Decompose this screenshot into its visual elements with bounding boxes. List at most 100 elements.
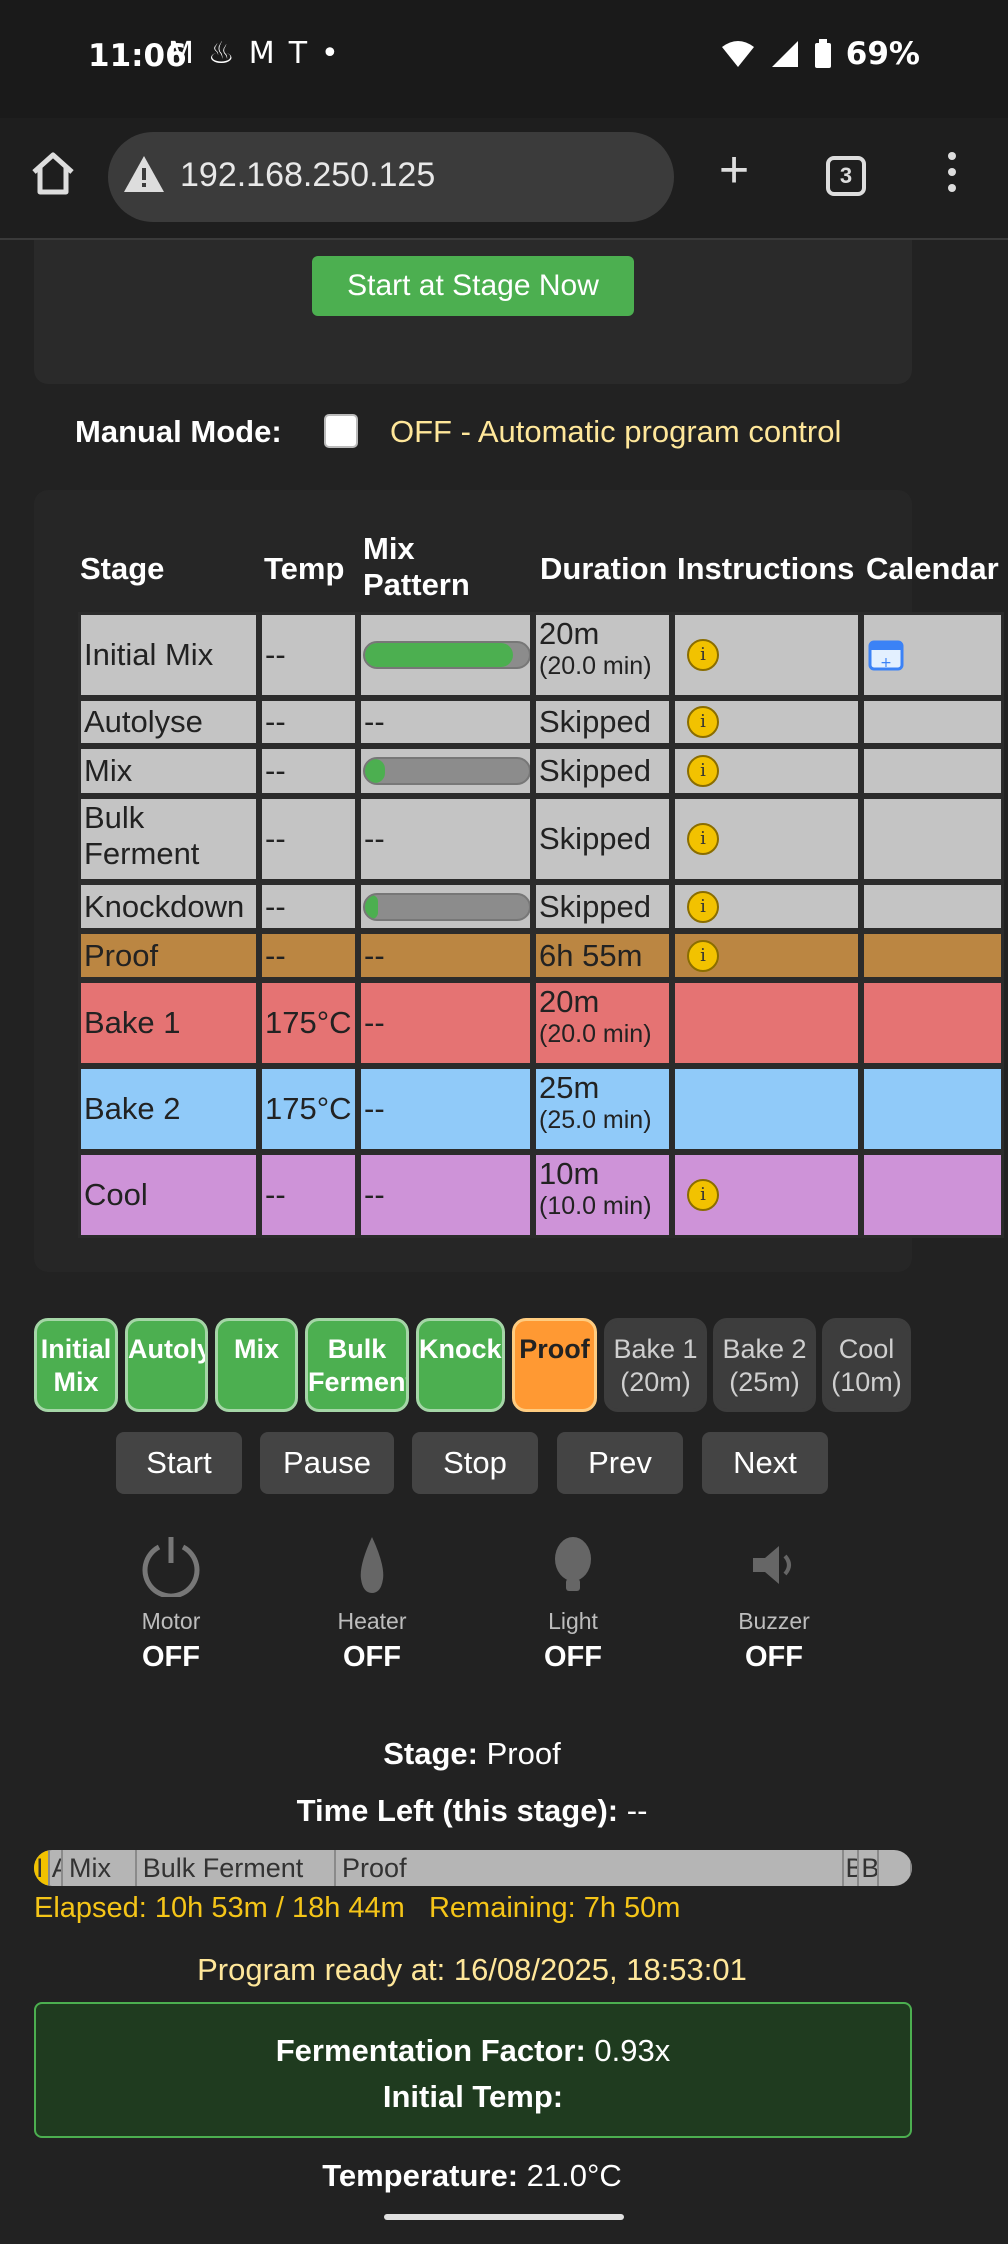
start-at-stage-button[interactable]: Start at Stage Now	[312, 256, 634, 316]
gmail-icon: M	[168, 36, 208, 71]
device-light: Light OFF	[493, 1530, 653, 1674]
table-cell-temp: --	[259, 1152, 358, 1238]
timeline-segment: Mix	[63, 1850, 137, 1886]
stage-pill[interactable]: Proof	[512, 1318, 597, 1412]
stage-pill[interactable]: Mix	[215, 1318, 298, 1412]
svg-text:+: +	[880, 655, 892, 671]
stage-name: Initial Mix	[84, 637, 214, 672]
table-cell-temp: --	[259, 931, 358, 980]
table-cell-stage: Bake 1	[78, 980, 259, 1066]
tab-switcher-button[interactable]: 3	[826, 156, 866, 196]
fermentation-box: Fermentation Factor: 0.93x Initial Temp:	[34, 2002, 912, 2138]
stage-pill-label: Cool	[838, 1334, 895, 1364]
table-cell-calendar	[861, 931, 1004, 980]
start-button[interactable]: Start	[116, 1432, 242, 1494]
gesture-bar	[384, 2214, 624, 2220]
calendar-add-icon[interactable]: +	[868, 639, 904, 671]
table-cell-mix-pattern: --	[358, 980, 533, 1066]
table-cell-duration: 10m (10.0 min)	[533, 1152, 672, 1238]
pause-button[interactable]: Pause	[260, 1432, 394, 1494]
url-text[interactable]: 192.168.250.125	[180, 156, 435, 195]
table-cell-temp: --	[259, 796, 358, 882]
info-icon[interactable]: i	[687, 639, 719, 671]
info-icon[interactable]: i	[687, 706, 719, 738]
stage-pill-label: Proof	[519, 1334, 590, 1364]
table-cell-calendar	[861, 882, 1004, 931]
bulb-icon	[555, 1537, 591, 1591]
duration-value: 20m	[539, 984, 600, 1019]
header-mix-pattern-1: Mix	[363, 531, 415, 566]
battery-percent: 69%	[845, 36, 920, 72]
stage-pill[interactable]: Bake 1 (20m)	[604, 1318, 707, 1412]
stage-value: Proof	[486, 1736, 561, 1771]
signal-icon	[771, 41, 798, 67]
prev-button[interactable]: Prev	[557, 1432, 683, 1494]
stage-name: Bake 2	[84, 1091, 181, 1126]
fire-icon: ♨	[207, 36, 249, 71]
manual-mode-checkbox[interactable]	[324, 414, 358, 448]
table-cell-stage: Bulk Ferment	[78, 796, 259, 882]
stop-button[interactable]: Stop	[412, 1432, 538, 1494]
stage-pill[interactable]: Knockdown	[416, 1318, 505, 1412]
table-cell-instructions: i	[672, 882, 861, 931]
table-cell-mix-pattern: --	[358, 931, 533, 980]
temperature-line: Temperature: 21.0°C	[0, 2158, 944, 2194]
stage-pill[interactable]: Bake 2 (25m)	[713, 1318, 816, 1412]
table-cell-instructions: i	[672, 931, 861, 980]
flame-icon	[360, 1537, 384, 1593]
info-icon[interactable]: i	[687, 939, 719, 972]
table-cell-duration: 20m (20.0 min)	[533, 980, 672, 1066]
header-mix-pattern-2: Pattern	[363, 567, 470, 602]
device-state: OFF	[142, 1641, 200, 1673]
warning-icon[interactable]	[122, 154, 166, 194]
next-button[interactable]: Next	[702, 1432, 828, 1494]
stage-name: Mix	[84, 753, 133, 788]
stage-label: Stage:	[383, 1736, 478, 1771]
table-cell-instructions	[672, 980, 861, 1066]
stage-pill[interactable]: Initial Mix	[34, 1318, 118, 1412]
timeline-segment: A	[50, 1850, 63, 1886]
home-icon[interactable]	[28, 148, 78, 198]
stage-pill[interactable]: Bulk Ferment	[305, 1318, 409, 1412]
timeline-segment: B	[859, 1850, 879, 1886]
url-bar[interactable]: 192.168.250.125	[108, 132, 674, 222]
power-icon	[142, 1537, 200, 1597]
table-cell-instructions: i	[672, 612, 861, 698]
table-cell-mix-pattern: --	[358, 1152, 533, 1238]
stage-pill-label: Knockdown	[419, 1334, 502, 1364]
info-icon[interactable]: i	[687, 823, 719, 855]
table-cell-duration: Skipped	[533, 796, 672, 882]
table-cell-stage: Bake 2	[78, 1066, 259, 1152]
battery-icon	[814, 39, 831, 68]
table-cell-stage: Proof	[78, 931, 259, 980]
info-icon[interactable]: i	[687, 755, 719, 787]
dot-icon: •	[321, 36, 353, 71]
device-state: OFF	[544, 1641, 602, 1673]
info-icon[interactable]: i	[687, 1179, 719, 1211]
stage-pill[interactable]: Autolyse	[125, 1318, 208, 1412]
info-icon[interactable]: i	[687, 890, 719, 923]
stage-pill-label: Bake 1	[613, 1334, 698, 1364]
stage-pill-sublabel: (25m)	[729, 1367, 800, 1397]
stage-name: Cool	[84, 1177, 148, 1212]
table-cell-calendar	[861, 746, 1004, 796]
manual-mode-label: Manual Mode:	[75, 414, 282, 449]
more-menu-icon[interactable]	[940, 152, 964, 196]
table-cell-mix-pattern: --	[358, 796, 533, 882]
device-state: OFF	[343, 1641, 401, 1673]
stage-pill-sublabel: (20m)	[620, 1367, 691, 1397]
duration-value: 25m	[539, 1070, 600, 1105]
stage-name: Knockdown	[84, 888, 245, 924]
device-name: Buzzer	[738, 1608, 810, 1634]
table-cell-temp: --	[259, 746, 358, 796]
table-cell-instructions: i	[672, 796, 861, 882]
table-cell-instructions: i	[672, 1152, 861, 1238]
stage-pill-label: Bake 2	[722, 1334, 807, 1364]
stage-pill[interactable]: Cool (10m)	[822, 1318, 911, 1412]
timeline-segment: Proof	[336, 1850, 844, 1886]
new-tab-button[interactable]: +	[710, 144, 758, 196]
program-ready-text: Program ready at: 16/08/2025, 18:53:01	[197, 1952, 747, 1987]
table-cell-temp: 175°C	[259, 980, 358, 1066]
device-motor: Motor OFF	[91, 1530, 251, 1674]
duration-minutes: (10.0 min)	[539, 1192, 652, 1220]
